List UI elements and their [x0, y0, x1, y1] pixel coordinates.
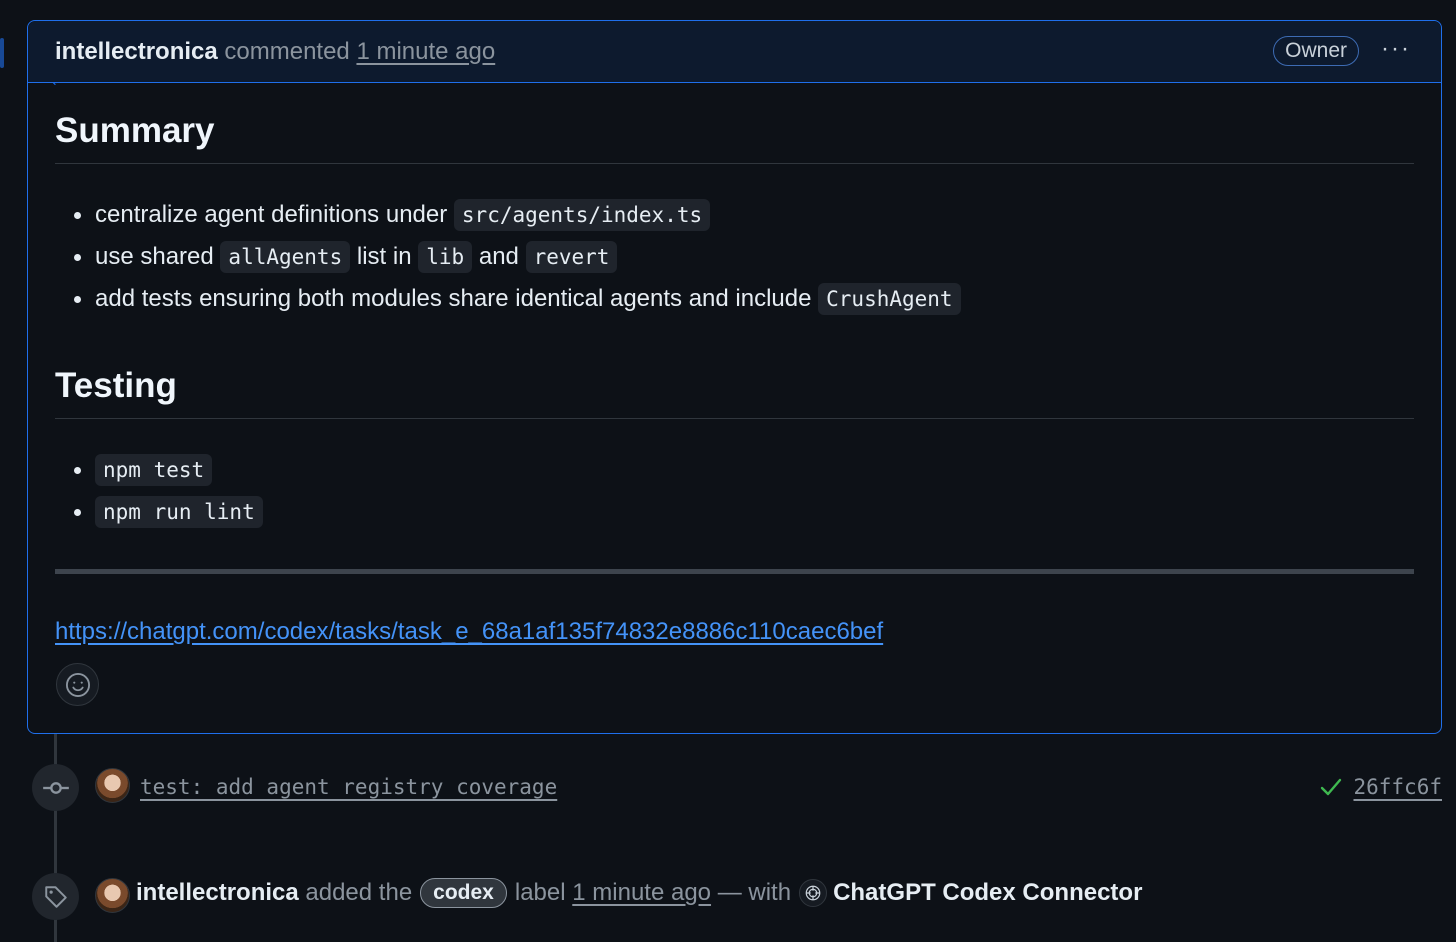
comment-card: intellectronica commented 1 minute ago O… [27, 20, 1442, 734]
testing-heading: Testing [55, 366, 1414, 419]
label-event-word: label [514, 879, 566, 906]
inline-code: allAgents [220, 241, 351, 273]
check-icon[interactable] [1319, 775, 1343, 799]
openai-icon [799, 879, 828, 907]
list-item: npm test [55, 449, 1414, 491]
tag-icon [44, 885, 67, 908]
list-item-text: and [472, 243, 526, 270]
inline-code: lib [418, 241, 473, 273]
add-reaction-button[interactable] [56, 663, 99, 706]
list-item: add tests ensuring both modules share id… [55, 278, 1414, 320]
summary-list: centralize agent definitions under src/a… [55, 194, 1414, 320]
pull-request-timeline: intellectronica commented 1 minute ago O… [0, 0, 1456, 942]
owner-badge: Owner [1273, 36, 1359, 66]
inline-code: npm test [95, 454, 213, 486]
label-with-text: — with [717, 879, 792, 906]
label-event-action: added the [305, 879, 413, 906]
git-commit-icon [42, 781, 69, 794]
label-author-link[interactable]: intellectronica [136, 879, 299, 907]
commit-author-avatar[interactable] [95, 768, 130, 803]
more-options-button[interactable]: ··· [1381, 35, 1411, 63]
timeline-edge-marker [0, 38, 4, 68]
commit-sha-link[interactable]: 26ffc6f [1353, 775, 1442, 799]
inline-code: src/agents/index.ts [453, 199, 711, 231]
comment-action-text: commented [224, 37, 350, 65]
app-name-link[interactable]: ChatGPT Codex Connector [833, 879, 1142, 907]
label-author-avatar[interactable] [95, 878, 130, 913]
commit-status: 26ffc6f [1319, 775, 1442, 799]
label-event-text: intellectronica added the codex label 1 … [136, 878, 1142, 908]
inline-code: CrushAgent [818, 283, 961, 315]
codex-label[interactable]: codex [420, 878, 507, 908]
label-timestamp-link[interactable]: 1 minute ago [572, 879, 711, 907]
testing-list: npm test npm run lint [55, 449, 1414, 533]
inline-code: npm run lint [95, 496, 263, 528]
list-item-text: add tests ensuring both modules share id… [95, 285, 819, 312]
commit-event-badge [32, 764, 79, 811]
smiley-icon [65, 672, 90, 697]
comment-header: intellectronica commented 1 minute ago O… [28, 21, 1441, 83]
list-item-text: list in [350, 243, 419, 270]
comment-author-link[interactable]: intellectronica [55, 38, 218, 66]
horizontal-rule [55, 569, 1414, 574]
list-item: npm run lint [55, 491, 1414, 533]
label-event-badge [32, 873, 79, 920]
list-item-text: centralize agent definitions under [95, 201, 454, 228]
commit-message-link[interactable]: test: add agent registry coverage [140, 775, 557, 799]
list-item: centralize agent definitions under src/a… [55, 194, 1414, 236]
codex-task-link[interactable]: https://chatgpt.com/codex/tasks/task_e_6… [55, 618, 883, 646]
list-item: use shared allAgents list in lib and rev… [55, 236, 1414, 278]
inline-code: revert [525, 241, 618, 273]
summary-heading: Summary [55, 111, 1414, 164]
comment-timestamp-link[interactable]: 1 minute ago [356, 38, 495, 66]
comment-body: Summary centralize agent definitions und… [28, 83, 1441, 733]
list-item-text: use shared [95, 243, 221, 270]
